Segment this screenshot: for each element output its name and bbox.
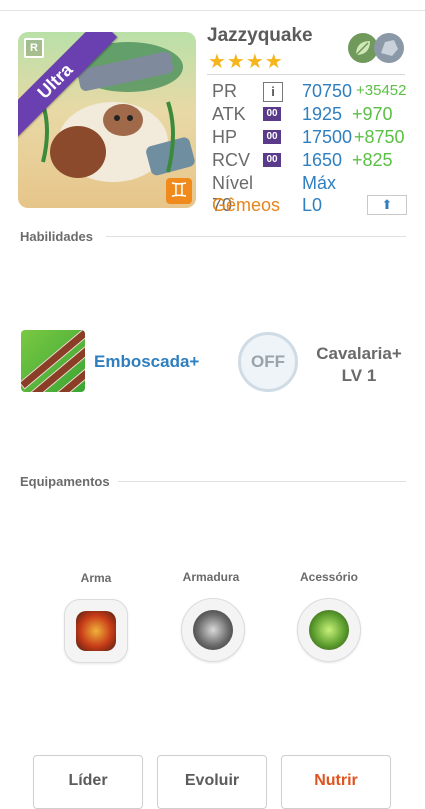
stat-value-atk: 1925 — [302, 104, 343, 124]
rarity-letter-badge: R — [24, 38, 44, 58]
stat-bonus-atk: +970 — [352, 104, 393, 124]
equipment-section-title: Equipamentos — [20, 474, 110, 489]
armor-label: Armadura — [182, 570, 240, 584]
top-divider — [0, 10, 425, 11]
leader-skill-off-icon[interactable]: OFF — [238, 332, 298, 392]
leader-button[interactable]: Líder — [33, 755, 143, 809]
element-icons — [348, 33, 408, 65]
level-value: Máx — [302, 173, 337, 193]
header-divider — [207, 74, 405, 75]
zodiac-gemini-icon: ♊ — [166, 178, 192, 204]
stat-label-atk: ATK — [212, 104, 246, 124]
monster-name: Jazzyquake — [207, 25, 313, 46]
stat-label-rcv: RCV — [212, 150, 251, 170]
accessory-slot[interactable] — [297, 598, 361, 662]
active-skill-icon[interactable] — [21, 330, 85, 392]
rcv-plus-badge: 00 — [263, 153, 281, 167]
stat-label-pr: PR — [212, 81, 238, 101]
accessory-label: Acessório — [299, 570, 359, 584]
star-rating: ★★★★ — [208, 51, 284, 73]
leader-skill-level: LV 1 — [341, 366, 377, 385]
leader-skill[interactable]: Cavalaria+ LV 1 — [306, 343, 412, 387]
stat-value-pr: 70750 — [302, 81, 353, 101]
stat-bonus-rcv: +825 — [352, 150, 393, 170]
weapon-label: Arma — [80, 571, 112, 585]
sign-label: Gêmeos — [212, 195, 281, 215]
armor-slot[interactable] — [181, 598, 245, 662]
stat-bonus-pr: +35452 — [356, 82, 407, 99]
hp-plus-badge: 00 — [263, 130, 281, 144]
feed-button[interactable]: Nutrir — [281, 755, 391, 809]
weapon-slot[interactable] — [64, 599, 128, 663]
skills-section-divider — [106, 236, 406, 237]
rock-icon — [374, 33, 404, 63]
armor-shield-icon — [193, 610, 233, 650]
weapon-icon — [76, 611, 116, 651]
monster-portrait[interactable]: R Ultra ♊ — [18, 32, 196, 208]
equipment-section-divider — [118, 481, 406, 482]
skills-section-title: Habilidades — [20, 229, 93, 244]
stat-value-rcv: 1650 — [302, 150, 343, 170]
stat-bonus-hp: +8750 — [354, 127, 405, 147]
leader-skill-name: Cavalaria+ — [316, 344, 402, 363]
upgrade-arrow-button[interactable]: ⬆ — [367, 195, 407, 215]
accessory-icon — [309, 610, 349, 650]
evolve-button[interactable]: Evoluir — [157, 755, 267, 809]
stat-value-hp: 17500 — [302, 127, 353, 147]
stat-label-hp: HP — [212, 127, 238, 147]
active-skill-name[interactable]: Emboscada+ — [94, 352, 199, 372]
sign-level-value: L0 — [302, 195, 323, 215]
info-icon[interactable]: i — [263, 82, 283, 102]
atk-plus-badge: 00 — [263, 107, 281, 121]
